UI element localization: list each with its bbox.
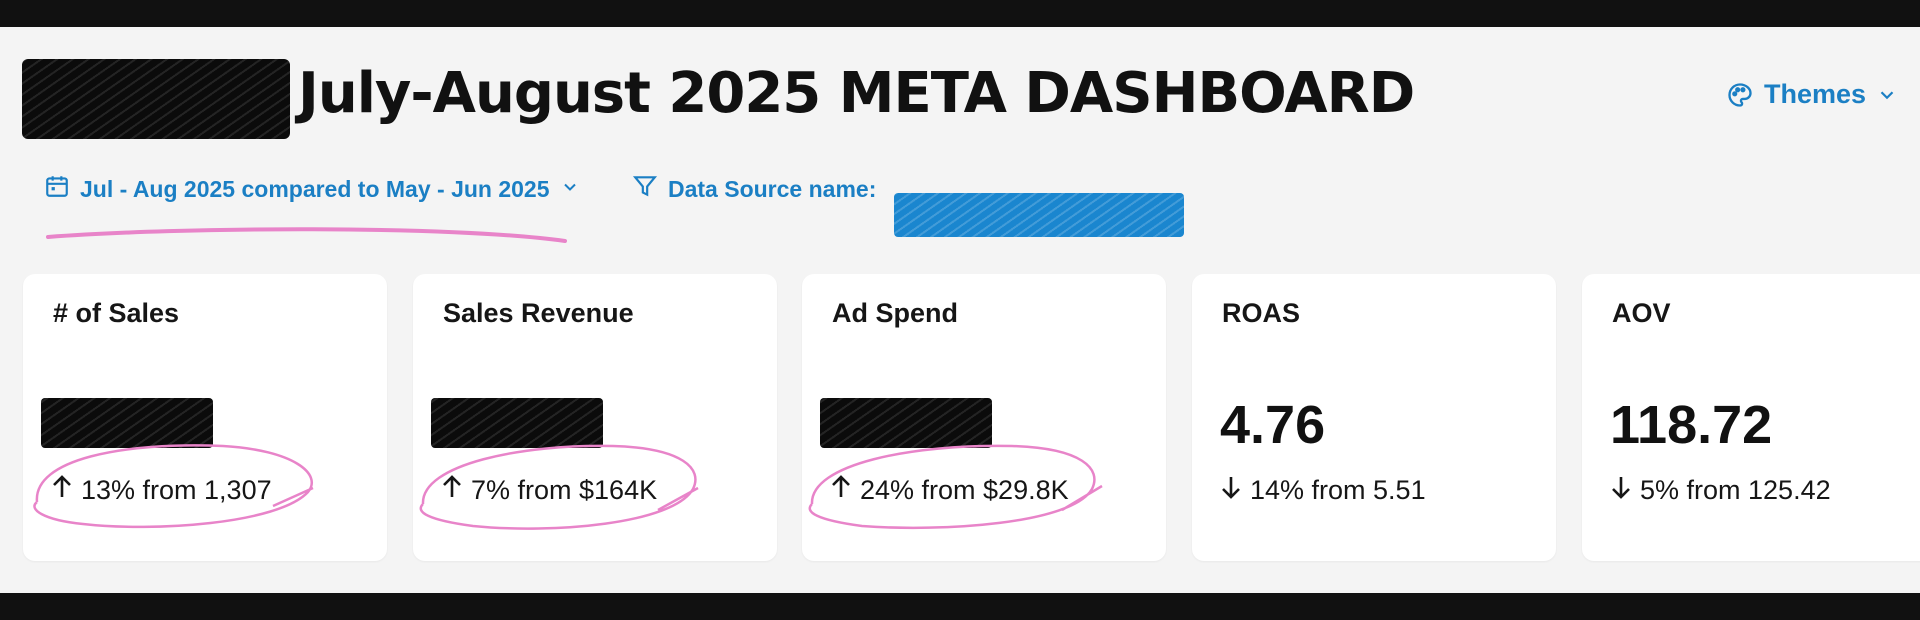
kpi-change: 14% from 5.51 <box>1220 474 1426 507</box>
palette-icon <box>1726 81 1754 109</box>
kpi-change: 24% from $29.8K <box>830 474 1069 507</box>
data-source-label: Data Source name: <box>668 175 877 202</box>
kpi-change-text: 13% from 1,307 <box>81 475 272 505</box>
kpi-card-sales-revenue[interactable]: Sales Revenue 7% from $164K <box>413 274 777 561</box>
redacted-kpi-value <box>820 398 992 448</box>
kpi-change-text: 24% from $29.8K <box>860 475 1069 505</box>
chevron-down-icon <box>560 176 580 203</box>
page-title: July-August 2025 META DASHBOARD <box>298 61 1415 126</box>
kpi-card-sales-count[interactable]: # of Sales 13% from 1,307 <box>23 274 387 561</box>
kpi-change-text: 5% from 125.42 <box>1640 475 1831 505</box>
arrow-up-icon <box>830 474 852 507</box>
kpi-label: ROAS <box>1222 298 1301 328</box>
themes-label: Themes <box>1763 79 1866 109</box>
dashboard-screen: July-August 2025 META DASHBOARD Themes J… <box>0 27 1920 593</box>
chevron-down-icon <box>1876 84 1898 106</box>
kpi-card-roas[interactable]: ROAS 4.76 14% from 5.51 <box>1192 274 1556 561</box>
kpi-label: Sales Revenue <box>443 298 634 328</box>
arrow-down-icon <box>1610 474 1632 507</box>
date-range-label: Jul - Aug 2025 compared to May - Jun 202… <box>80 175 550 202</box>
kpi-change: 7% from $164K <box>441 474 657 507</box>
date-range-filter[interactable]: Jul - Aug 2025 compared to May - Jun 202… <box>44 173 580 205</box>
kpi-change-text: 7% from $164K <box>471 475 658 505</box>
kpi-change: 13% from 1,307 <box>51 474 272 507</box>
kpi-label: Ad Spend <box>832 298 958 328</box>
arrow-down-icon <box>1220 474 1242 507</box>
kpi-value: 4.76 <box>1220 395 1326 455</box>
kpi-change-text: 14% from 5.51 <box>1250 475 1426 505</box>
arrow-up-icon <box>441 474 463 507</box>
redacted-kpi-value <box>431 398 603 448</box>
filter-icon <box>632 173 658 205</box>
redacted-data-source <box>894 193 1184 237</box>
themes-menu-button[interactable]: Themes <box>1726 79 1898 110</box>
kpi-label: # of Sales <box>53 298 180 328</box>
kpi-change: 5% from 125.42 <box>1610 474 1831 507</box>
kpi-label: AOV <box>1612 298 1671 328</box>
kpi-card-ad-spend[interactable]: Ad Spend 24% from $29.8K <box>802 274 1166 561</box>
arrow-up-icon <box>51 474 73 507</box>
data-source-filter[interactable]: Data Source name: <box>632 173 876 205</box>
kpi-value: 118.72 <box>1610 395 1773 455</box>
redacted-kpi-value <box>41 398 213 448</box>
redacted-title-prefix <box>22 59 290 139</box>
kpi-card-aov[interactable]: AOV 118.72 5% from 125.42 <box>1582 274 1920 561</box>
calendar-icon <box>44 173 70 205</box>
